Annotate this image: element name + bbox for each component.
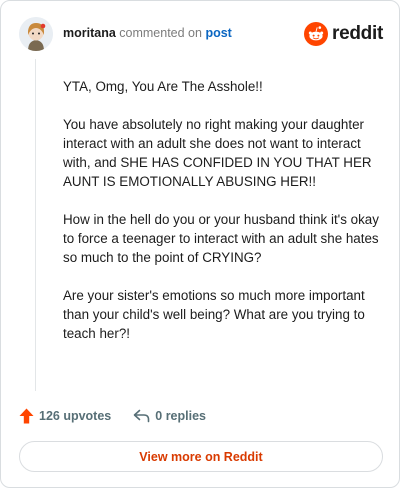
comment-footer: 126 upvotes 0 replies — [19, 405, 206, 427]
comment-paragraph: You have absolutely no right making your… — [63, 117, 372, 189]
embedded-comment-card: moritana commented on post reddit YTA, O… — [0, 0, 400, 488]
view-more-button[interactable]: View more on Reddit — [19, 441, 383, 472]
comment-byline: moritana commented on post — [63, 26, 232, 40]
reply-stat[interactable]: 0 replies — [133, 409, 206, 423]
snoo-avatar-icon — [19, 17, 53, 51]
user-avatar[interactable] — [19, 17, 53, 51]
reddit-logo-icon — [304, 22, 329, 46]
comment-paragraph: Are your sister's emotions so much more … — [63, 288, 365, 341]
post-link[interactable]: post — [205, 26, 231, 40]
comment-paragraph: YTA, Omg, You Are The Asshole!! — [63, 79, 263, 94]
upvote-arrow-icon — [19, 408, 34, 424]
comment-paragraph: How in the hell do you or your husband t… — [63, 212, 379, 265]
username-link[interactable]: moritana — [63, 26, 116, 40]
action-text: commented on — [119, 26, 202, 40]
reply-count: 0 replies — [155, 409, 206, 423]
upvote-count: 126 upvotes — [39, 409, 112, 423]
comment-body: YTA, Omg, You Are The Asshole!! You have… — [63, 77, 379, 362]
reddit-wordmark: reddit — [332, 23, 383, 44]
upvote-stat[interactable]: 126 upvotes — [19, 408, 111, 424]
reply-arrow-icon — [133, 409, 150, 423]
comment-header: moritana commented on post reddit — [19, 17, 383, 53]
reddit-brand[interactable]: reddit — [304, 20, 383, 48]
thread-line — [35, 59, 36, 391]
